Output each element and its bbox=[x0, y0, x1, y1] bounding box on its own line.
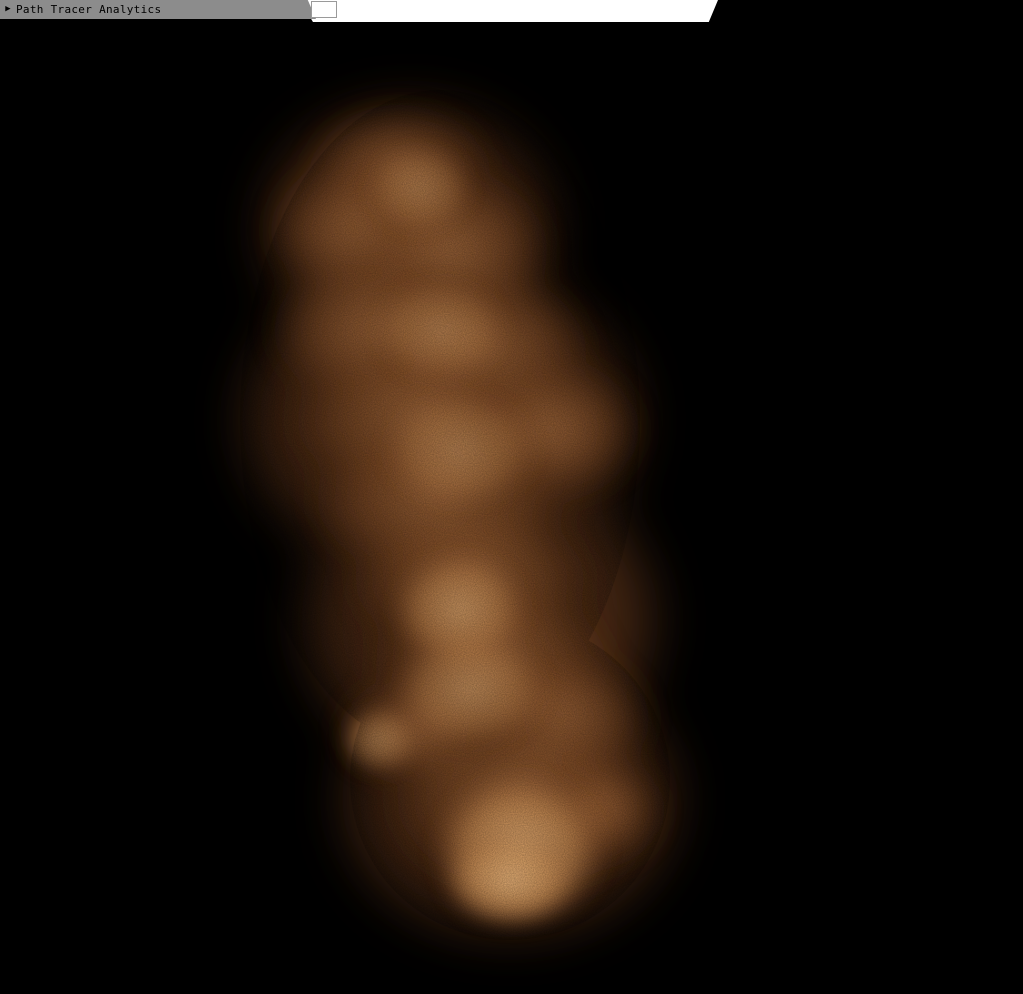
smoke-render-image bbox=[240, 90, 670, 940]
overlay-strip bbox=[300, 0, 718, 22]
render-viewport[interactable] bbox=[0, 0, 1023, 994]
overlay-bar: ▶ Path Tracer Analytics bbox=[0, 0, 1023, 22]
triangle-right-icon[interactable]: ▶ bbox=[0, 0, 16, 19]
analytics-window-header[interactable]: ▶ Path Tracer Analytics bbox=[0, 0, 316, 19]
window-title: Path Tracer Analytics bbox=[16, 3, 162, 16]
window-placeholder-box bbox=[311, 1, 337, 18]
smoke-plume bbox=[240, 90, 670, 940]
